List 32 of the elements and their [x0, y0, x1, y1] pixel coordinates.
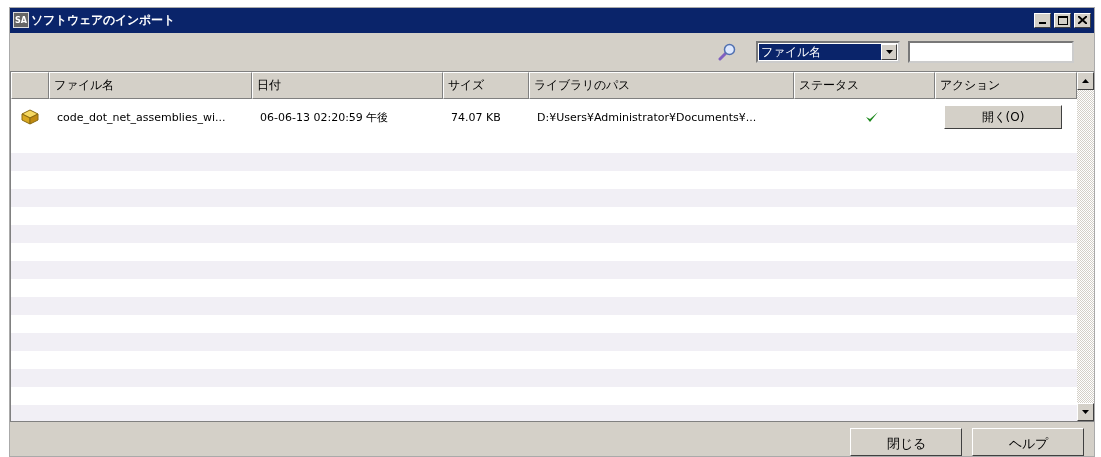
column-header[interactable]: ファイル名 [49, 72, 252, 100]
search-input[interactable] [908, 40, 1074, 63]
scroll-down-button[interactable] [1077, 403, 1094, 421]
column-header[interactable]: ライブラリのパス [529, 72, 794, 100]
package-icon [21, 109, 39, 126]
maximize-icon [1057, 15, 1068, 25]
maximize-button[interactable] [1054, 12, 1071, 28]
triangle-icon [1082, 79, 1089, 84]
search-field-dropdown[interactable]: ファイル名 [756, 40, 900, 63]
column-header[interactable]: ステータス [794, 72, 935, 100]
scroll-up-button[interactable] [1077, 72, 1094, 91]
column-header[interactable]: 日付 [252, 72, 443, 100]
search-icon [718, 42, 736, 61]
minimize-button[interactable] [1034, 12, 1051, 28]
close-icon [1078, 16, 1087, 25]
help-button[interactable]: ヘルプ [972, 428, 1084, 456]
column-header[interactable]: サイズ [443, 72, 529, 100]
app-icon: SA [13, 12, 29, 29]
open-button[interactable]: 開く(O) [944, 105, 1062, 130]
triangle-icon [885, 49, 893, 54]
vertical-scrollbar[interactable] [1077, 72, 1094, 421]
close-button[interactable] [1074, 12, 1091, 28]
size-cell-text: 74.07 KB [450, 110, 501, 124]
date-cell-text: 06-06-13 02:20:59 午後 [259, 109, 389, 125]
path-cell-text: D:¥Users¥Administrator¥Documents¥... [536, 110, 757, 124]
triangle-icon [1082, 410, 1089, 414]
window-title: ソフトウェアのインポート [31, 11, 176, 29]
caret-icon[interactable] [881, 43, 897, 60]
file-name-cell-text: code_dot_net_assemblies_wi... [56, 110, 226, 124]
close-dialog-button[interactable]: 閉じる [850, 428, 962, 456]
column-header[interactable] [11, 72, 49, 100]
column-header[interactable]: アクション [935, 72, 1077, 100]
